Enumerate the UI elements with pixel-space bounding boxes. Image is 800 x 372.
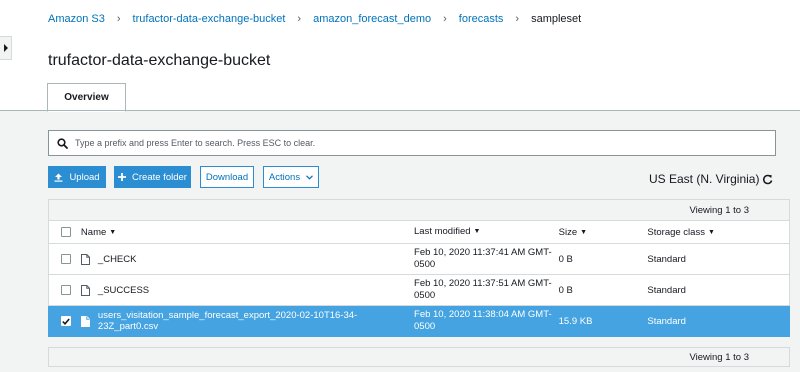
column-header-name[interactable]: Name ▼ bbox=[79, 227, 414, 238]
sidebar-toggle-button[interactable] bbox=[0, 36, 12, 60]
column-header-size[interactable]: Size ▼ bbox=[559, 227, 648, 238]
search-input[interactable] bbox=[75, 138, 755, 148]
last-modified-cell: Feb 10, 2020 11:37:51 AM GMT- 0500 bbox=[414, 278, 552, 301]
search-bar bbox=[48, 130, 776, 156]
size-cell: 0 B bbox=[558, 284, 573, 296]
sort-down-icon: ▼ bbox=[109, 228, 117, 236]
actions-dropdown[interactable]: Actions bbox=[263, 166, 319, 188]
breadcrumb: Amazon S3 › trufactor-data-exchange-buck… bbox=[48, 13, 581, 25]
tab-overview[interactable]: Overview bbox=[47, 83, 126, 112]
table-row-selected[interactable]: users_visitation_sample_forecast_export_… bbox=[48, 306, 790, 337]
chevron-down-icon bbox=[306, 174, 314, 180]
checkmark-icon bbox=[62, 317, 70, 325]
file-icon bbox=[80, 284, 90, 296]
size-cell: 0 B bbox=[558, 253, 573, 265]
file-name-link[interactable]: _CHECK bbox=[98, 254, 137, 265]
actions-dropdown-label: Actions bbox=[268, 171, 301, 183]
caret-right-icon bbox=[3, 44, 8, 52]
sort-down-icon: ▼ bbox=[707, 228, 715, 236]
sort-down-icon: ▼ bbox=[473, 228, 481, 235]
file-icon bbox=[80, 253, 90, 265]
row-checkbox-checked[interactable] bbox=[60, 316, 71, 326]
select-all-checkbox[interactable] bbox=[60, 227, 71, 237]
breadcrumb-amazon-s3[interactable]: Amazon S3 bbox=[48, 13, 105, 25]
storage-class-cell: Standard bbox=[647, 284, 686, 296]
objects-table: Viewing 1 to 3 Name ▼ Last modified ▼ Size… bbox=[48, 199, 790, 337]
storage-class-cell: Standard bbox=[647, 253, 686, 265]
pagination-status: Viewing 1 to 3 bbox=[48, 199, 790, 220]
upload-icon bbox=[54, 173, 63, 182]
page-title: trufactor-data-exchange-bucket bbox=[48, 52, 271, 69]
breadcrumb-separator: › bbox=[515, 13, 520, 25]
create-folder-button-label: Create folder bbox=[132, 171, 187, 183]
row-checkbox[interactable] bbox=[60, 285, 71, 295]
size-cell: 15.9 KB bbox=[558, 315, 593, 327]
file-name-link[interactable]: users_visitation_sample_forecast_export_… bbox=[98, 310, 414, 332]
tab-divider bbox=[0, 110, 800, 111]
header-area: Amazon S3 › trufactor-data-exchange-buck… bbox=[0, 0, 800, 112]
plus-icon bbox=[118, 173, 127, 181]
column-header-last-modified[interactable]: Last modified ▼ bbox=[414, 226, 559, 238]
refresh-icon[interactable] bbox=[760, 172, 774, 186]
region-label: US East (N. Virginia) bbox=[649, 172, 760, 186]
column-header-storage-class[interactable]: Storage class ▼ bbox=[647, 227, 789, 238]
create-folder-button[interactable]: Create folder bbox=[114, 166, 191, 188]
table-row[interactable]: _CHECK Feb 10, 2020 11:37:41 AM GMT- 050… bbox=[48, 244, 790, 275]
row-checkbox[interactable] bbox=[60, 254, 71, 264]
upload-button-label: Upload bbox=[69, 171, 100, 183]
table-header: Name ▼ Last modified ▼ Size ▼ Storage class… bbox=[48, 220, 790, 244]
download-button[interactable]: Download bbox=[200, 166, 254, 188]
pagination-status-bottom: Viewing 1 to 3 bbox=[48, 347, 790, 367]
breadcrumb-separator: › bbox=[443, 13, 447, 25]
search-icon bbox=[49, 137, 75, 149]
breadcrumb-separator: › bbox=[297, 13, 302, 25]
sort-down-icon: ▼ bbox=[580, 228, 588, 236]
file-name-link[interactable]: _SUCCESS bbox=[98, 285, 149, 296]
storage-class-cell: Standard bbox=[647, 315, 686, 327]
breadcrumb-folder-forecasts[interactable]: forecasts bbox=[459, 13, 504, 25]
last-modified-cell: Feb 10, 2020 11:37:41 AM GMT- 0500 bbox=[414, 247, 552, 270]
last-modified-cell: Feb 10, 2020 11:38:04 AM GMT- 0500 bbox=[414, 309, 552, 332]
table-row[interactable]: _SUCCESS Feb 10, 2020 11:37:51 AM GMT- 0… bbox=[48, 275, 790, 306]
breadcrumb-folder-demo[interactable]: amazon_forecast_demo bbox=[313, 13, 431, 25]
breadcrumb-bucket[interactable]: trufactor-data-exchange-bucket bbox=[133, 13, 286, 25]
breadcrumb-current-folder: sampleset bbox=[531, 13, 582, 25]
upload-button[interactable]: Upload bbox=[48, 166, 106, 188]
breadcrumb-separator: › bbox=[116, 13, 121, 25]
file-icon bbox=[80, 315, 90, 327]
